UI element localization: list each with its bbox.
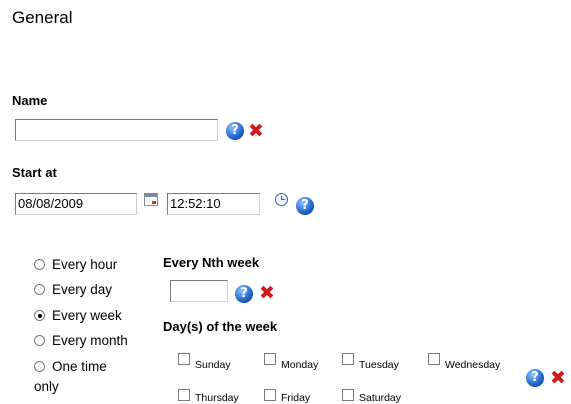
start-help-icon[interactable]: ?: [296, 197, 314, 215]
radio-every-day[interactable]: [34, 284, 45, 295]
days-help-icon[interactable]: ?: [526, 369, 544, 387]
radio-one-time[interactable]: [34, 361, 45, 372]
radio-label-every-hour: Every hour: [52, 257, 118, 272]
radio-every-hour[interactable]: [34, 259, 45, 270]
checkbox-label-friday: Friday: [281, 392, 311, 404]
radio-label-every-month: Every month: [52, 333, 128, 348]
checkbox-monday[interactable]: [264, 353, 276, 365]
name-input[interactable]: [15, 119, 218, 141]
checkbox-saturday[interactable]: [342, 389, 354, 401]
checkbox-sunday[interactable]: [178, 353, 190, 365]
name-help-icon[interactable]: ?: [226, 122, 244, 140]
clock-icon[interactable]: [275, 193, 288, 206]
name-clear-icon[interactable]: ✖: [247, 122, 265, 141]
checkbox-label-wednesday: Wednesday: [445, 359, 501, 371]
start-time-input[interactable]: 12:52:10: [167, 193, 260, 215]
checkbox-thursday[interactable]: [178, 389, 190, 401]
checkbox-tuesday[interactable]: [342, 353, 354, 365]
days-of-week-label: Day(s) of the week: [163, 319, 278, 334]
nth-week-clear-icon[interactable]: ✖: [258, 284, 276, 303]
start-date-input[interactable]: 08/08/2009: [15, 193, 137, 215]
checkbox-label-sunday: Sunday: [195, 359, 231, 371]
days-clear-icon[interactable]: ✖: [549, 369, 567, 388]
start-at-label: Start at: [12, 165, 57, 180]
checkbox-label-tuesday: Tuesday: [359, 359, 399, 371]
checkbox-label-monday: Monday: [281, 359, 319, 371]
calendar-icon[interactable]: [144, 193, 158, 206]
nth-week-input[interactable]: [170, 280, 228, 302]
checkbox-wednesday[interactable]: [428, 353, 440, 365]
radio-label-one-time: One time: [52, 359, 107, 374]
radio-every-week[interactable]: [34, 310, 45, 321]
checkbox-label-saturday: Saturday: [359, 392, 402, 404]
nth-week-label: Every Nth week: [163, 255, 260, 270]
radio-label-every-day: Every day: [52, 282, 113, 297]
radio-label-one-time-wrap: only: [34, 379, 59, 394]
nth-week-help-icon[interactable]: ?: [235, 285, 253, 303]
radio-label-every-week: Every week: [52, 308, 122, 323]
radio-every-month[interactable]: [34, 335, 45, 346]
name-label: Name: [12, 93, 48, 108]
section-title: General: [12, 8, 73, 27]
checkbox-friday[interactable]: [264, 389, 276, 401]
checkbox-label-thursday: Thursday: [195, 392, 239, 404]
